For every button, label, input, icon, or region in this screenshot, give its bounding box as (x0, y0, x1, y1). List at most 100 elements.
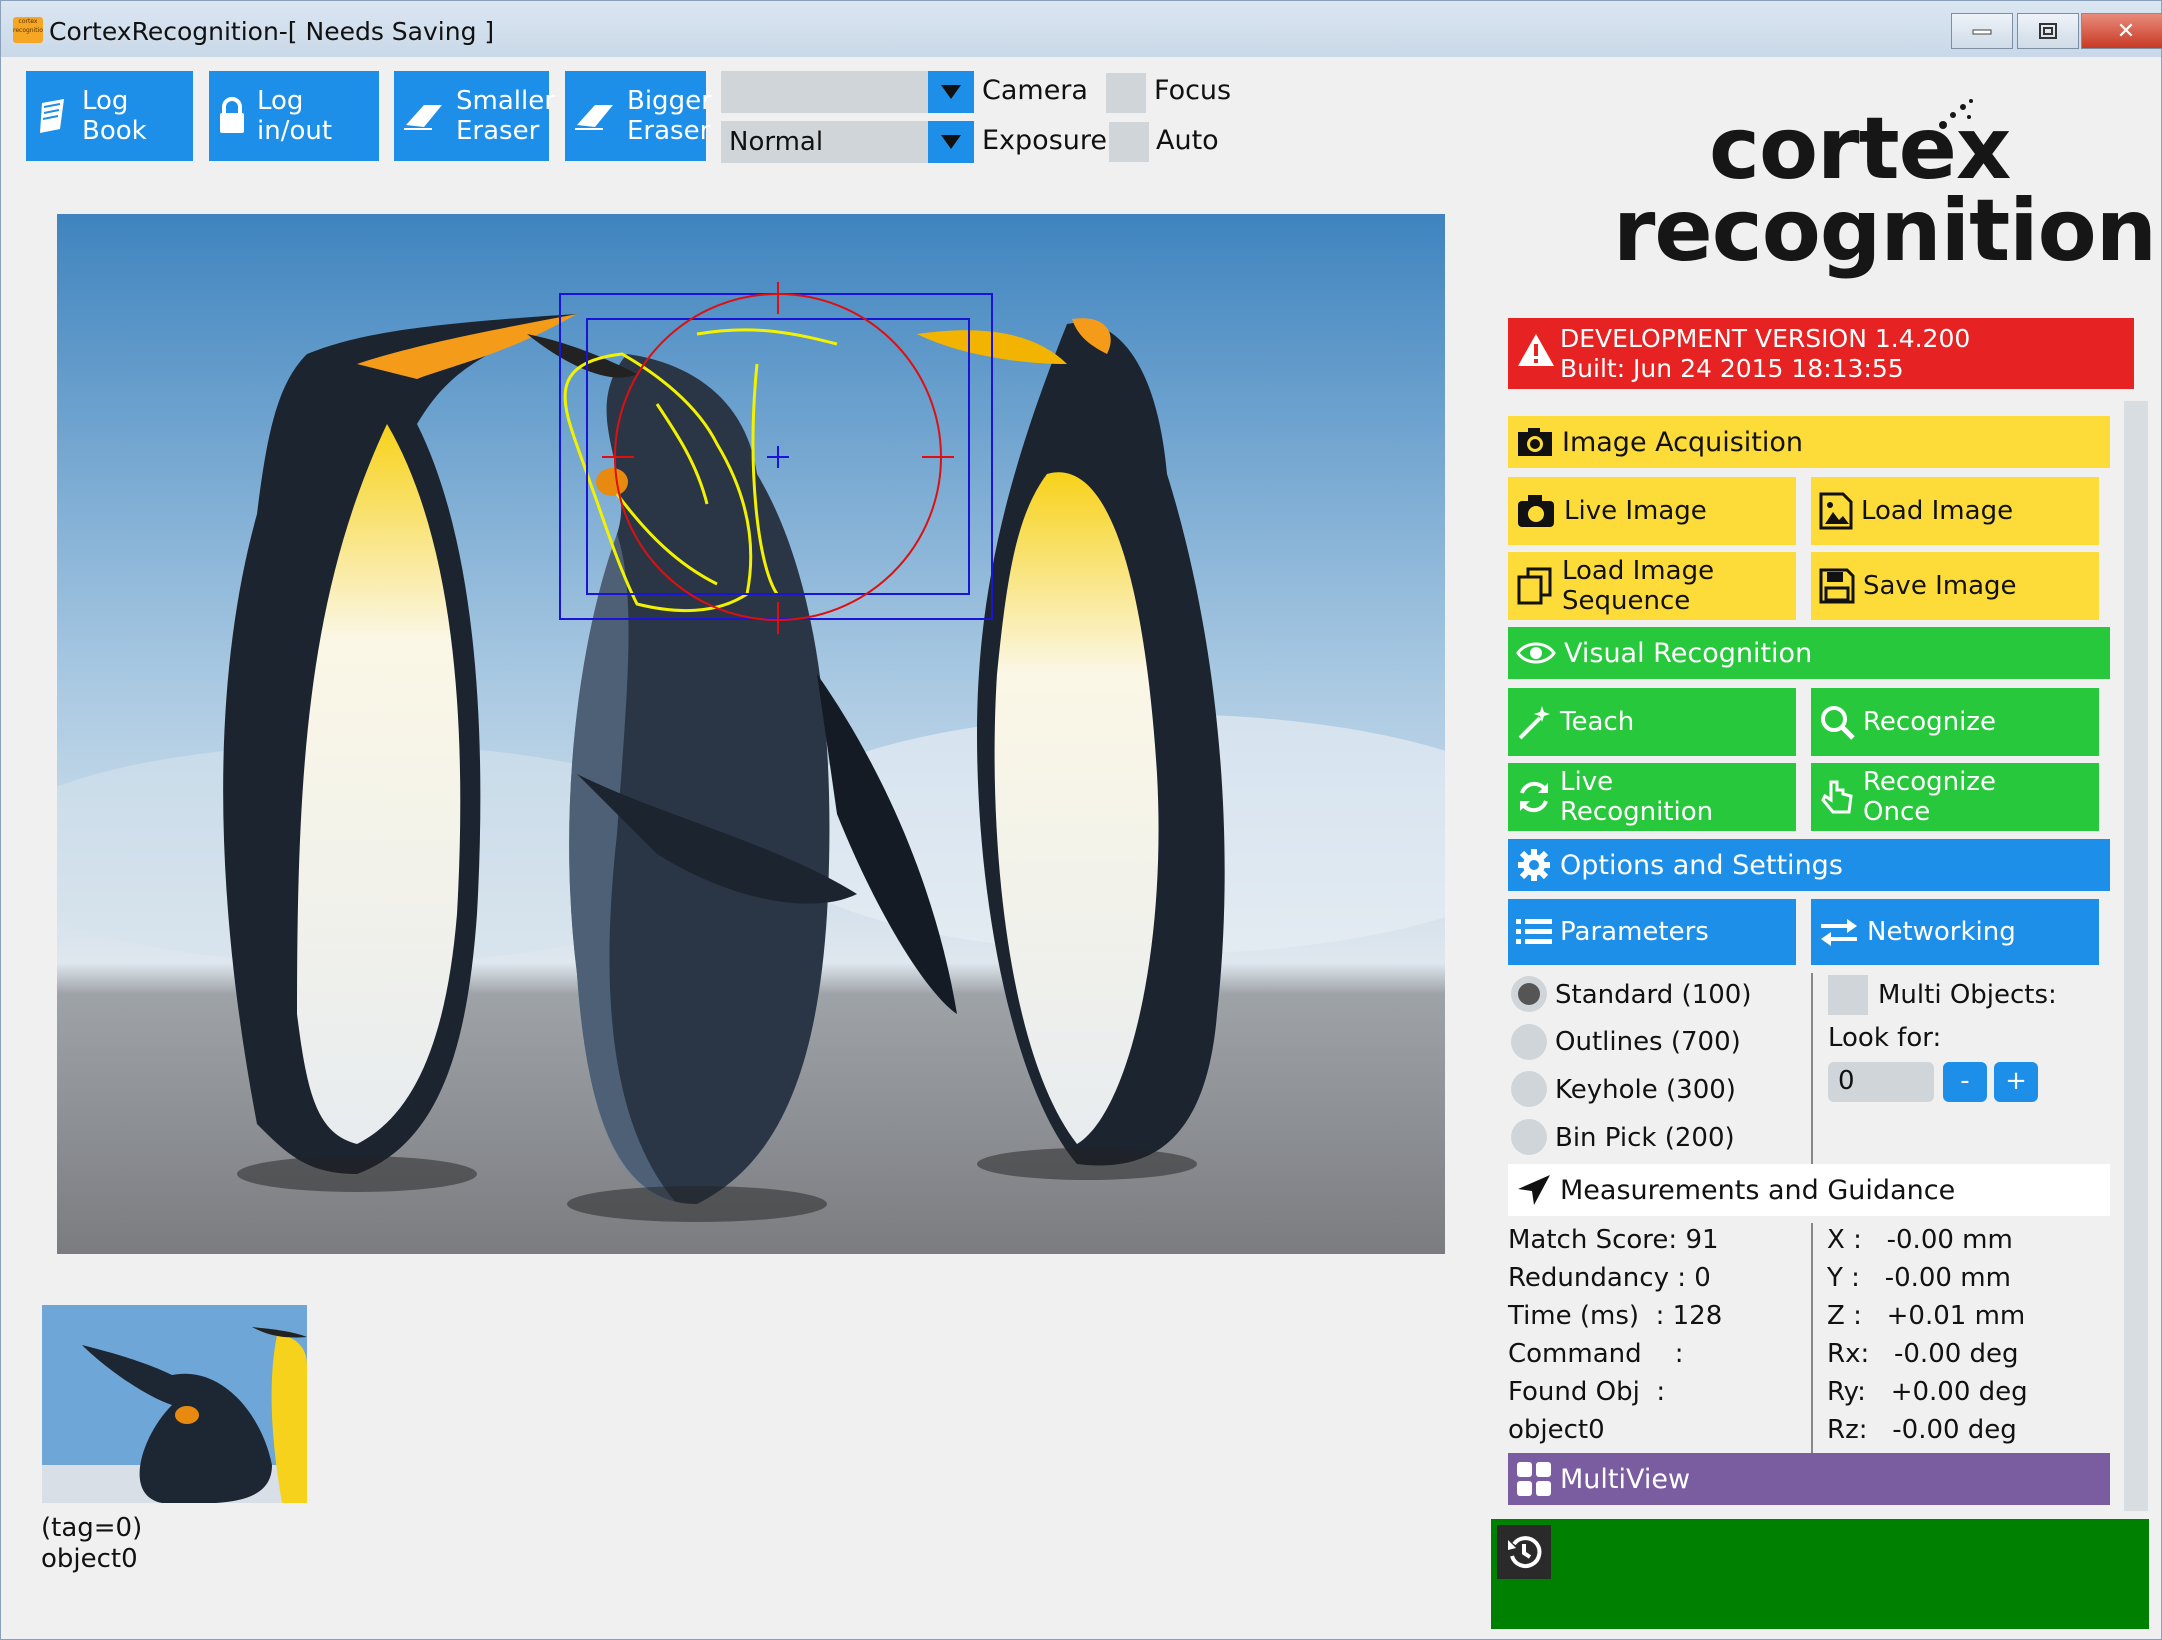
magic-wand-icon (1518, 706, 1550, 740)
mode-radio-standard[interactable] (1511, 976, 1547, 1012)
bigger-eraser-button[interactable]: Bigger Eraser (565, 71, 712, 161)
live-image-button[interactable]: Live Image (1508, 477, 1796, 545)
eye-icon (1516, 642, 1556, 664)
mode-label: Standard (100) (1555, 980, 1752, 1010)
chevron-down-icon (928, 71, 974, 113)
mode-label: Bin Pick (200) (1555, 1123, 1735, 1153)
camera-icon (1518, 428, 1552, 456)
exposure-select[interactable]: Normal (721, 121, 974, 163)
penguins-image (57, 214, 1445, 1254)
app-window: cortex recognition CortexRecognition-[ N… (0, 0, 2162, 1640)
mode-radio-keyhole[interactable] (1511, 1071, 1547, 1107)
list-icon (1516, 919, 1552, 944)
smaller-eraser-button[interactable]: Smaller Eraser (394, 71, 555, 161)
exposure-label: Exposure (982, 125, 1107, 156)
side-panel-scrollbar[interactable] (2124, 401, 2148, 1511)
live-recognition-button[interactable]: Live Recognition (1508, 763, 1796, 831)
mode-label: Keyhole (300) (1555, 1075, 1736, 1105)
visual-recognition-header[interactable]: Visual Recognition (1508, 627, 2110, 679)
log-book-button[interactable]: Log Book (26, 71, 193, 161)
measurements-header[interactable]: Measurements and Guidance (1508, 1164, 2110, 1216)
image-acquisition-header[interactable]: Image Acquisition (1508, 416, 2110, 468)
auto-checkbox[interactable] (1109, 122, 1149, 162)
options-settings-header[interactable]: Options and Settings (1508, 839, 2110, 891)
mode-radio-outlines[interactable] (1511, 1024, 1547, 1060)
focus-label: Focus (1154, 75, 1232, 106)
close-icon: ✕ (2116, 18, 2136, 44)
maximize-icon (2039, 23, 2057, 39)
lock-icon (220, 97, 244, 133)
camera-select[interactable] (721, 71, 974, 113)
thumbnail-name: object0 (41, 1544, 138, 1574)
look-for-input[interactable]: 0 (1828, 1062, 1934, 1102)
image-file-icon (1819, 492, 1853, 530)
ry-value: Ry: +0.00 deg (1827, 1377, 2028, 1407)
development-version-banner: DEVELOPMENT VERSION 1.4.200 Built: Jun 2… (1508, 318, 2134, 389)
multi-objects-checkbox[interactable] (1828, 975, 1868, 1015)
refresh-icon (1520, 781, 1548, 813)
eraser-icon (404, 105, 442, 130)
eraser-icon (575, 105, 613, 130)
floppy-disk-icon (1819, 568, 1855, 604)
thumbnail-tag: (tag=0) (41, 1513, 143, 1543)
x-value: X : -0.00 mm (1827, 1225, 2013, 1255)
networking-button[interactable]: Networking (1811, 899, 2099, 965)
minimize-button[interactable] (1951, 13, 2013, 49)
smaller-eraser-label: Smaller Eraser (456, 86, 555, 146)
chevron-down-icon (928, 121, 974, 163)
title-bar: cortex recognition CortexRecognition-[ N… (1, 1, 2162, 57)
multi-objects-label: Multi Objects: (1878, 980, 2057, 1010)
history-button[interactable] (1497, 1525, 1551, 1579)
match-score: Match Score: 91 (1508, 1225, 1719, 1255)
command: Command : (1508, 1339, 1684, 1369)
camera-icon (1518, 495, 1554, 527)
recognize-button[interactable]: Recognize (1811, 688, 2099, 756)
recognize-once-button[interactable]: Recognize Once (1811, 763, 2099, 831)
time-ms: Time (ms) : 128 (1508, 1301, 1723, 1331)
load-image-button[interactable]: Load Image (1811, 477, 2099, 545)
load-image-sequence-button[interactable]: Load Image Sequence (1508, 552, 1796, 620)
camera-image-view[interactable] (57, 214, 1445, 1254)
window-title: CortexRecognition-[ Needs Saving ] (49, 17, 495, 46)
close-button[interactable]: ✕ (2081, 13, 2162, 49)
y-value: Y : -0.00 mm (1827, 1263, 2011, 1293)
hand-pointer-icon (1821, 780, 1853, 814)
app-icon: cortex recognition (13, 17, 43, 43)
focus-checkbox[interactable] (1106, 73, 1146, 113)
parameters-button[interactable]: Parameters (1508, 899, 1796, 965)
decrement-button[interactable]: - (1943, 1062, 1987, 1102)
save-image-button[interactable]: Save Image (1811, 552, 2099, 620)
look-for-label: Look for: (1828, 1023, 1942, 1053)
log-in-out-button[interactable]: Log in/out (209, 71, 379, 161)
gear-icon (1518, 849, 1550, 881)
taught-object-thumbnail[interactable] (42, 1305, 307, 1503)
rx-value: Rx: -0.00 deg (1827, 1339, 2019, 1369)
grid-icon (1517, 1462, 1551, 1496)
minimize-icon (1972, 29, 1992, 35)
teach-button[interactable]: Teach (1508, 688, 1796, 756)
divider (1811, 1223, 1813, 1453)
location-arrow-icon (1518, 1175, 1550, 1205)
log-in-out-label: Log in/out (257, 86, 333, 146)
log-book-label: Log Book (82, 86, 147, 146)
found-object-name: object0 (1508, 1415, 1605, 1445)
thumbnail-image (42, 1305, 307, 1503)
warning-icon (1518, 334, 1554, 366)
divider (1811, 973, 1813, 1165)
copy-files-icon (1517, 567, 1552, 605)
multiview-header[interactable]: MultiView (1508, 1453, 2110, 1505)
logo-dots-icon (1939, 99, 1973, 129)
auto-label: Auto (1156, 125, 1219, 156)
mode-radio-bin-pick[interactable] (1511, 1119, 1547, 1155)
bigger-eraser-label: Bigger Eraser (627, 86, 712, 146)
transfer-arrows-icon (1821, 919, 1857, 946)
redundancy: Redundancy : 0 (1508, 1263, 1711, 1293)
increment-button[interactable]: + (1994, 1062, 2038, 1102)
z-value: Z : +0.01 mm (1827, 1301, 2026, 1331)
status-panel (1491, 1519, 2149, 1629)
history-icon (1508, 1536, 1542, 1569)
search-icon (1821, 706, 1855, 740)
mode-label: Outlines (700) (1555, 1027, 1741, 1057)
maximize-button[interactable] (2017, 13, 2079, 49)
book-icon (40, 99, 64, 133)
